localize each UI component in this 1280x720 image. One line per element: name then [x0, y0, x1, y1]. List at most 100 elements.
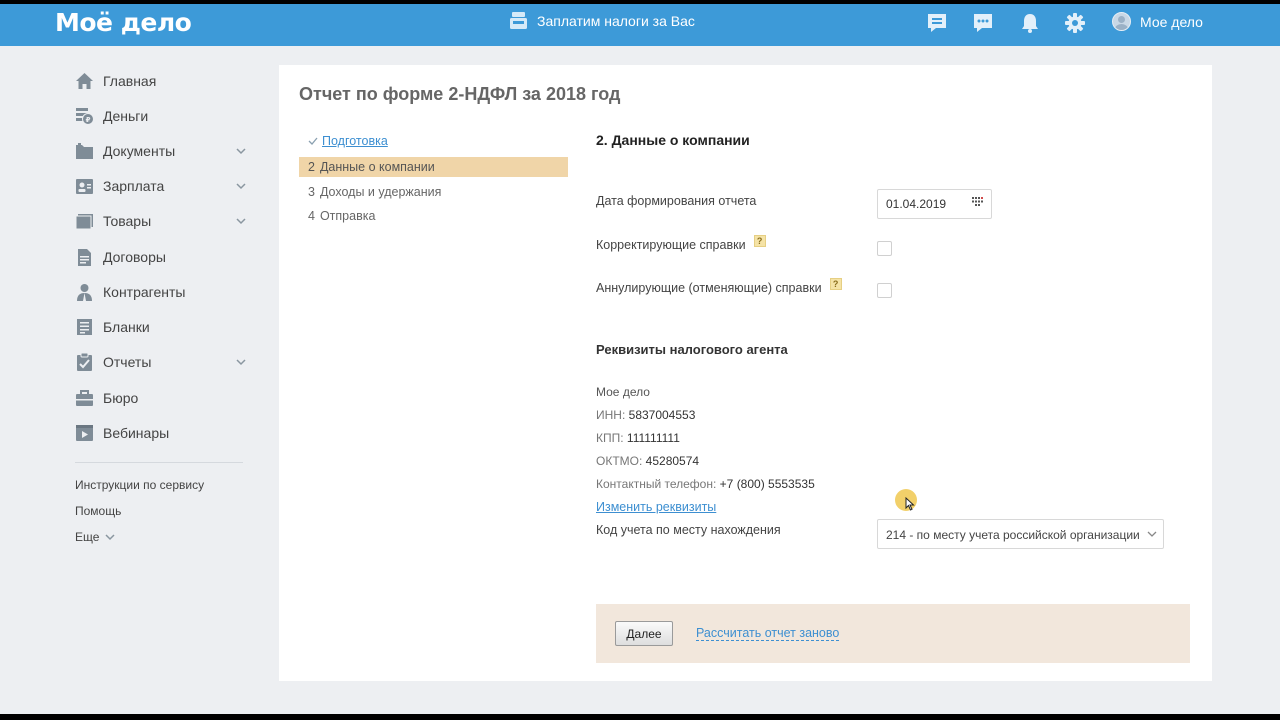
sidebar-item-goods[interactable]: Товары: [75, 209, 250, 233]
location-code-select[interactable]: 214 - по месту учета российской организа…: [877, 519, 1164, 549]
webinar-icon: [75, 424, 94, 443]
chevron-down-icon[interactable]: [235, 356, 247, 368]
messages-icon[interactable]: [972, 12, 994, 34]
inn-row: ИНН: 5837004553: [596, 408, 695, 422]
sidebar-item-label: Вебинары: [103, 425, 170, 441]
step-preparation[interactable]: Подготовка: [299, 131, 568, 151]
money-icon: ₽: [75, 107, 94, 126]
company-name: Мое дело: [596, 385, 650, 399]
step-company-data[interactable]: 2 Данные о компании: [299, 157, 568, 177]
phone-row: Контактный телефон: +7 (800) 5553535: [596, 477, 815, 491]
promo-link[interactable]: Заплатим налоги за Вас: [509, 12, 695, 29]
step-number: 3: [308, 185, 315, 199]
corrective-checkbox[interactable]: [877, 241, 892, 256]
help-icon[interactable]: ?: [829, 278, 842, 290]
annulling-label: Аннулирующие (отменяющие) справки ?: [596, 278, 842, 295]
app-frame: Моё дело Заплатим налоги за Вас Мое дело…: [0, 4, 1280, 714]
more-menu[interactable]: Еще: [75, 530, 115, 544]
phone-label: Контактный телефон:: [596, 477, 717, 491]
gear-icon[interactable]: [1064, 12, 1086, 34]
sidebar-item-label: Документы: [103, 143, 176, 159]
report-date-text: Дата формирования отчета: [596, 194, 757, 208]
cash-register-icon: [510, 12, 527, 29]
chat-icon[interactable]: [926, 12, 948, 34]
corrective-label: Корректирующие справки ?: [596, 235, 766, 252]
sidebar-item-bureau[interactable]: Бюро: [75, 386, 250, 410]
step-label: Отправка: [319, 209, 376, 223]
sidebar-item-forms[interactable]: Бланки: [75, 315, 250, 339]
sidebar-item-label: Бланки: [103, 319, 150, 335]
report-date-label: Дата формирования отчета: [596, 194, 756, 208]
sidebar-item-label: Бюро: [103, 390, 139, 406]
inn-value: 5837004553: [628, 408, 696, 422]
top-bar: Моё дело Заплатим налоги за Вас Мое дело: [0, 4, 1280, 46]
bell-icon[interactable]: [1019, 12, 1041, 34]
oktmo-value: 45280574: [645, 454, 700, 468]
step-number: 2: [308, 160, 315, 174]
kpp-row: КПП: 111111111: [596, 431, 680, 445]
check-icon: [308, 137, 318, 145]
sidebar-item-reports[interactable]: Отчеты: [75, 350, 250, 374]
sidebar-item-contractors[interactable]: Контрагенты: [75, 280, 250, 304]
report-card: Отчет по форме 2-НДФЛ за 2018 год Подгот…: [279, 65, 1212, 681]
sidebar-item-label: Зарплата: [103, 178, 165, 194]
page-title: Отчет по форме 2-НДФЛ за 2018 год: [299, 84, 621, 104]
help-link[interactable]: Помощь: [75, 504, 121, 518]
home-icon: [75, 72, 94, 91]
sidebar-item-home[interactable]: Главная: [75, 69, 250, 93]
chevron-down-icon: [105, 534, 115, 541]
mouse-cursor: [895, 489, 917, 511]
folder-icon: [75, 142, 94, 161]
kpp-label: КПП:: [596, 431, 624, 445]
report-date-field[interactable]: 01.04.2019: [877, 189, 992, 219]
chevron-down-icon[interactable]: [235, 215, 247, 227]
recalculate-link[interactable]: Рассчитать отчет заново: [696, 626, 840, 641]
step-label: Подготовка: [322, 134, 388, 148]
sidebar-item-money[interactable]: ₽ Деньги: [75, 104, 250, 128]
chevron-down-icon[interactable]: [235, 180, 247, 192]
avatar: [1112, 12, 1131, 31]
company-data-form: 2. Данные о компании Дата формирования о…: [596, 65, 1196, 681]
report-date-value: 01.04.2019: [886, 197, 947, 211]
step-income[interactable]: 3 Доходы и удержания: [299, 182, 568, 202]
bureau-icon: [75, 389, 94, 408]
sidebar-item-contracts[interactable]: Договоры: [75, 245, 250, 269]
phone-value: +7 (800) 5553535: [719, 477, 815, 491]
action-footer: Далее Рассчитать отчет заново: [596, 604, 1190, 663]
sidebar-item-salary[interactable]: Зарплата: [75, 174, 250, 198]
step-number: 4: [308, 209, 315, 223]
chevron-down-icon: [1147, 531, 1157, 537]
location-code-label: Код учета по месту нахождения: [596, 523, 781, 537]
annulling-text: Аннулирующие (отменяющие) справки: [596, 281, 822, 295]
annulling-checkbox[interactable]: [877, 283, 892, 298]
step-sending[interactable]: 4 Отправка: [299, 206, 568, 226]
instructions-link[interactable]: Инструкции по сервису: [75, 478, 204, 492]
reports-icon: [75, 352, 94, 372]
svg-text:₽: ₽: [86, 116, 91, 124]
step-label: Данные о компании: [319, 160, 435, 174]
sidebar-item-label: Главная: [103, 73, 157, 89]
user-name: Мое дело: [1140, 13, 1203, 30]
edit-requisites-link[interactable]: Изменить реквизиты: [596, 500, 716, 514]
salary-icon: [75, 177, 94, 196]
next-button[interactable]: Далее: [615, 621, 673, 646]
sidebar-item-label: Товары: [103, 213, 152, 229]
location-code-value: 214 - по месту учета российской организа…: [886, 528, 1140, 542]
calendar-icon[interactable]: [972, 197, 983, 206]
step-label: Доходы и удержания: [319, 185, 442, 199]
sidebar-item-webinars[interactable]: Вебинары: [75, 421, 250, 445]
user-menu[interactable]: Мое дело: [1112, 12, 1203, 31]
logo[interactable]: Моё дело: [55, 8, 192, 37]
sidebar-item-documents[interactable]: Документы: [75, 139, 250, 163]
sidebar-divider: [75, 462, 243, 463]
location-code-text: Код учета по месту нахождения: [596, 523, 781, 537]
sidebar-item-label: Контрагенты: [103, 284, 186, 300]
agent-title: Реквизиты налогового агента: [596, 342, 788, 357]
more-label: Еще: [75, 530, 100, 544]
forms-icon: [75, 318, 94, 337]
corrective-text: Корректирующие справки: [596, 238, 746, 252]
pointer-icon: [905, 497, 915, 511]
chevron-down-icon[interactable]: [235, 145, 247, 157]
help-icon[interactable]: ?: [753, 235, 766, 247]
promo-label: Заплатим налоги за Вас: [537, 12, 695, 29]
